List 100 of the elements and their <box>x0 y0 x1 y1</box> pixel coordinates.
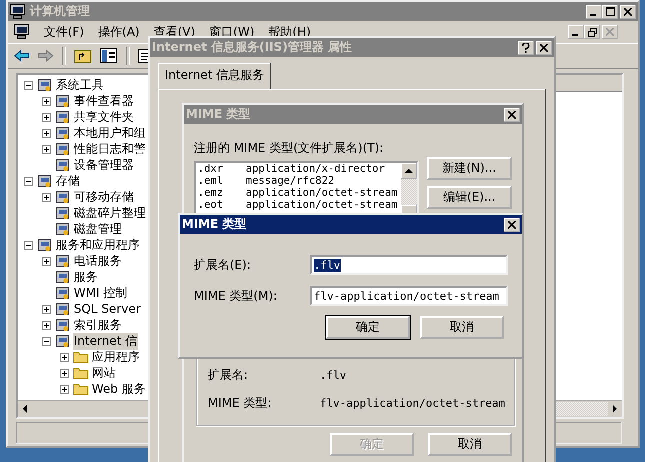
tree-item[interactable]: 设备管理器 <box>73 156 135 174</box>
dialog-button[interactable]: 编辑(E)... <box>427 186 512 209</box>
detail-label: 扩展名: <box>207 366 250 384</box>
expander-icon[interactable] <box>60 352 71 362</box>
expander-icon[interactable] <box>60 368 71 378</box>
tab[interactable]: Internet 信息服务 <box>158 63 272 89</box>
tool-icon <box>55 158 71 172</box>
dialog-button[interactable]: 新建(N)... <box>427 157 512 180</box>
field-label: MIME 类型(M): <box>194 288 278 304</box>
expander-icon[interactable] <box>42 320 53 330</box>
restore-button[interactable] <box>584 25 600 39</box>
expander-icon[interactable] <box>42 112 53 122</box>
tool-icon <box>55 286 71 300</box>
expander-icon[interactable] <box>60 384 71 394</box>
dialog-button[interactable]: 取消 <box>420 316 504 339</box>
tree-item[interactable]: SQL Server <box>73 302 142 316</box>
input-field[interactable]: flv-application/octet-stream <box>310 286 508 306</box>
list-cell[interactable]: application/octet-stream <box>246 199 398 211</box>
tree-item[interactable]: 应用程序 <box>91 348 141 366</box>
expander-icon[interactable] <box>42 336 53 346</box>
list-cell[interactable]: .emz <box>198 187 246 199</box>
tree-item[interactable]: 本地用户和组 <box>73 124 147 142</box>
folder-icon <box>73 382 89 396</box>
tool-icon <box>55 222 71 236</box>
input-field[interactable]: .flv <box>310 255 508 275</box>
list-cell[interactable]: application/octet-stream <box>246 187 398 199</box>
list-label: 注册的 MIME 类型(文件扩展名)(T): <box>194 140 385 157</box>
list-cell[interactable]: application/x-director <box>246 163 386 175</box>
expander-icon[interactable] <box>24 240 35 250</box>
tree-item[interactable]: 磁盘管理 <box>73 220 123 238</box>
window-title: 计算机管理 <box>30 3 90 20</box>
tool-icon <box>37 238 53 252</box>
tool-icon <box>55 190 71 204</box>
tool-icon <box>55 302 71 316</box>
tree-item[interactable]: 服务和应用程序 <box>55 236 141 254</box>
list-cell[interactable]: .dxr <box>198 163 246 175</box>
tool-icon <box>55 110 71 124</box>
tool-icon <box>55 254 71 268</box>
tree-item[interactable]: 系统工具 <box>55 76 105 94</box>
tree-pane-icon[interactable] <box>100 48 118 64</box>
tree-item[interactable]: WMI 控制 <box>73 284 129 302</box>
list-cell[interactable]: .eot <box>198 199 246 211</box>
dialog-title: Internet 信息服务(IIS)管理器 属性 <box>152 39 352 56</box>
folder-icon <box>73 366 89 380</box>
close-icon <box>508 110 516 118</box>
tool-icon <box>55 126 71 140</box>
tree-item[interactable]: 性能日志和警 <box>73 140 147 158</box>
expander-icon[interactable] <box>42 304 53 314</box>
detail-label: MIME 类型: <box>207 394 273 412</box>
maximize-icon <box>606 7 614 16</box>
detail-value: .flv <box>320 368 346 382</box>
list-cell[interactable]: message/rfc822 <box>246 175 335 187</box>
close-icon <box>540 44 548 52</box>
tree-item[interactable]: 服务 <box>73 268 99 286</box>
expander-icon[interactable] <box>42 96 53 106</box>
close-icon <box>606 28 614 36</box>
tool-icon <box>55 142 71 156</box>
expander-icon[interactable] <box>42 192 53 202</box>
up-arrow-icon[interactable] <box>405 168 413 174</box>
close-icon <box>508 220 516 228</box>
minimize-button[interactable] <box>568 25 584 39</box>
tool-icon <box>55 94 71 108</box>
expander-icon[interactable] <box>24 176 35 186</box>
dialog-button[interactable]: 取消 <box>428 433 512 456</box>
tree-item[interactable]: 电话服务 <box>73 252 123 270</box>
menu-item[interactable]: 文件(F) <box>44 24 84 40</box>
menu-item[interactable]: 操作(A) <box>98 24 140 40</box>
dialog-button[interactable]: 确定 <box>326 316 410 339</box>
tree-item[interactable]: 共享文件夹 <box>73 108 135 126</box>
tree-item[interactable]: 磁盘碎片整理 <box>73 204 147 222</box>
tree-item[interactable]: 存储 <box>55 172 81 190</box>
expander-icon[interactable] <box>42 144 53 154</box>
close-button[interactable] <box>504 218 520 232</box>
expander-icon[interactable] <box>24 80 35 90</box>
tree-item[interactable]: 网站 <box>91 364 117 382</box>
tree-item[interactable]: 事件查看器 <box>73 92 135 110</box>
computer-icon <box>14 24 30 40</box>
question-mark-icon <box>522 42 530 52</box>
detail-value: flv-application/octet-stream <box>320 396 506 410</box>
tree-item[interactable]: Web 服务 <box>91 380 147 398</box>
dialog-title: MIME 类型 <box>182 216 247 233</box>
tool-icon <box>55 270 71 284</box>
dialog-title: MIME 类型 <box>186 106 251 123</box>
expander-icon[interactable] <box>42 256 53 266</box>
tree-item[interactable]: 可移动存储 <box>73 188 135 206</box>
close-icon <box>624 8 632 16</box>
up-folder-icon[interactable] <box>74 48 92 64</box>
tree-item[interactable]: 索引服务 <box>73 316 123 334</box>
tool-icon <box>37 78 53 92</box>
expander-icon[interactable] <box>42 128 53 138</box>
tree-item[interactable]: Internet 信 <box>73 332 138 350</box>
forward-arrow-icon[interactable] <box>38 49 54 63</box>
list-cell[interactable]: .eml <box>198 175 246 187</box>
back-arrow-icon[interactable] <box>14 49 30 63</box>
tool-icon <box>55 334 71 348</box>
minimize-icon <box>572 34 578 36</box>
tool-icon <box>55 206 71 220</box>
restore-icon <box>588 28 596 36</box>
field-label: 扩展名(E): <box>194 256 252 274</box>
minimize-icon <box>590 14 596 16</box>
